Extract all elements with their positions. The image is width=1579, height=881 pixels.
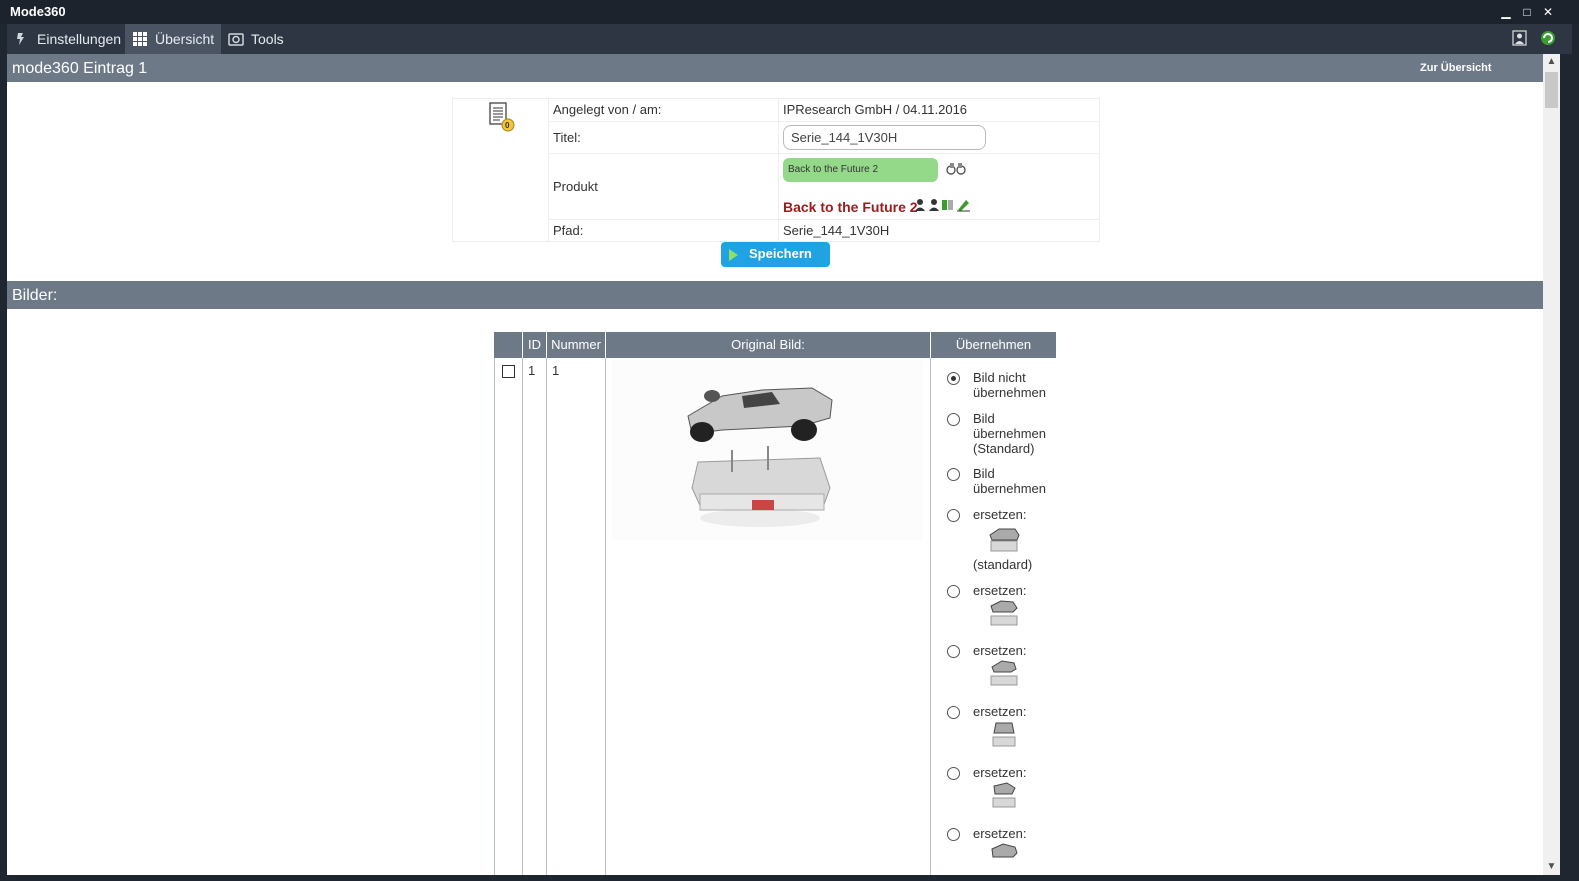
menu-uebersicht-label: Übersicht [155,31,215,47]
binoculars-icon[interactable] [946,161,966,175]
product-link[interactable]: Back to the Future 2 [783,199,918,215]
vertical-scrollbar[interactable]: ▲ ▼ [1543,54,1560,875]
title-label: Titel: [553,130,581,145]
replacement-thumbnail[interactable] [987,658,1021,688]
play-icon [729,249,738,261]
original-image[interactable] [612,360,922,540]
path-value: Serie_144_1V30H [783,223,890,238]
column-header-original: Original Bild: [606,332,930,358]
option-radio[interactable] [947,585,960,598]
main-content: mode360 Eintrag 1 Zur Übersicht 0 Angele… [7,54,1543,875]
menu-uebersicht[interactable]: Übersicht [125,24,221,54]
table-divider [548,153,1100,154]
grid-icon [133,32,147,46]
option-label: ersetzen: [973,583,1027,598]
menu-einstellungen-label: Einstellungen [37,31,122,47]
table-divider [548,98,549,242]
images-section-header: Bilder: [7,281,1543,309]
table-divider [930,358,931,875]
replacement-thumbnail[interactable] [987,719,1021,749]
table-divider [548,121,1100,122]
option-label: Bild übernehmen (Standard) [973,411,1046,456]
save-button[interactable]: Speichern [721,242,830,267]
created-value: IPResearch GmbH / 04.11.2016 [783,102,968,117]
scrollbar-thumb[interactable] [1545,72,1558,108]
table-divider [778,98,779,242]
option-radio[interactable] [947,372,960,385]
product-label: Produkt [553,179,598,194]
table-divider [522,358,523,875]
entry-header: mode360 Eintrag 1 Zur Übersicht [7,54,1543,82]
scroll-up-icon[interactable]: ▲ [1543,54,1560,70]
replacement-thumbnail[interactable] [987,525,1021,555]
option-note: (standard) [973,557,1033,572]
menu-bar: Einstellungen Übersicht Tools [7,24,1572,54]
replacement-thumbnail[interactable] [987,780,1021,810]
scroll-down-icon[interactable]: ▼ [1543,859,1560,875]
user-icon[interactable] [1512,30,1527,46]
images-table: ID Nummer Original Bild: Übernehmen 1 1 [494,332,1056,875]
tools-icon [17,33,24,45]
option-label: Bild übernehmen [973,466,1046,496]
table-divider [548,219,1100,220]
option-label: ersetzen: [973,765,1027,780]
option-label: ersetzen: [973,643,1027,658]
row-id: 1 [528,363,536,378]
option-radio[interactable] [947,767,960,780]
column-header-id: ID [523,332,546,358]
option-radio[interactable] [947,706,960,719]
option-label: Bild nicht übernehmen [973,370,1046,400]
option-label: ersetzen: [973,704,1027,719]
row-nummer: 1 [552,363,560,378]
refresh-icon[interactable] [1540,30,1556,46]
product-status-icons [915,199,970,212]
option-label: ersetzen: [973,507,1027,522]
window-title: Mode360 [10,4,66,19]
save-button-label: Speichern [749,246,812,261]
title-input[interactable]: Serie_144_1V30H [783,125,986,150]
option-label: ersetzen: [973,826,1027,841]
document-badge-count: 0 [505,121,510,130]
option-radio[interactable] [947,645,960,658]
column-header-nummer: Nummer [547,332,605,358]
option-radio[interactable] [947,413,960,426]
created-label: Angelegt von / am: [553,102,662,117]
images-section-title: Bilder: [12,287,58,304]
back-to-overview-link[interactable]: Zur Übersicht [1420,62,1492,74]
option-radio[interactable] [947,828,960,841]
option-radio[interactable] [947,509,960,522]
menu-einstellungen[interactable]: Einstellungen [7,24,125,54]
table-divider [494,358,495,875]
app-window: Mode360 ▁ □ ✕ Einstellungen Übersicht To… [0,0,1579,881]
column-header-uebernehmen: Übernehmen [931,332,1056,358]
row-checkbox[interactable] [502,365,515,378]
path-label: Pfad: [553,223,584,238]
title-bar: Mode360 ▁ □ ✕ [0,0,1579,24]
minimize-button[interactable]: ▁ [1497,3,1515,21]
close-button[interactable]: ✕ [1539,3,1557,21]
table-divider [605,358,606,875]
menu-tools[interactable]: Tools [221,24,291,54]
camera-icon [228,33,244,46]
replacement-thumbnail[interactable] [987,841,1021,871]
page-title: mode360 Eintrag 1 [12,60,148,77]
menu-tools-label: Tools [251,31,284,47]
table-divider [546,358,547,875]
maximize-button[interactable]: □ [1518,3,1536,21]
document-icon [489,102,515,132]
column-header-select [494,332,522,358]
option-radio[interactable] [947,468,960,481]
entry-info-table [452,98,1100,242]
product-select[interactable]: Back to the Future 2 [783,158,938,182]
replacement-thumbnail[interactable] [987,598,1021,628]
